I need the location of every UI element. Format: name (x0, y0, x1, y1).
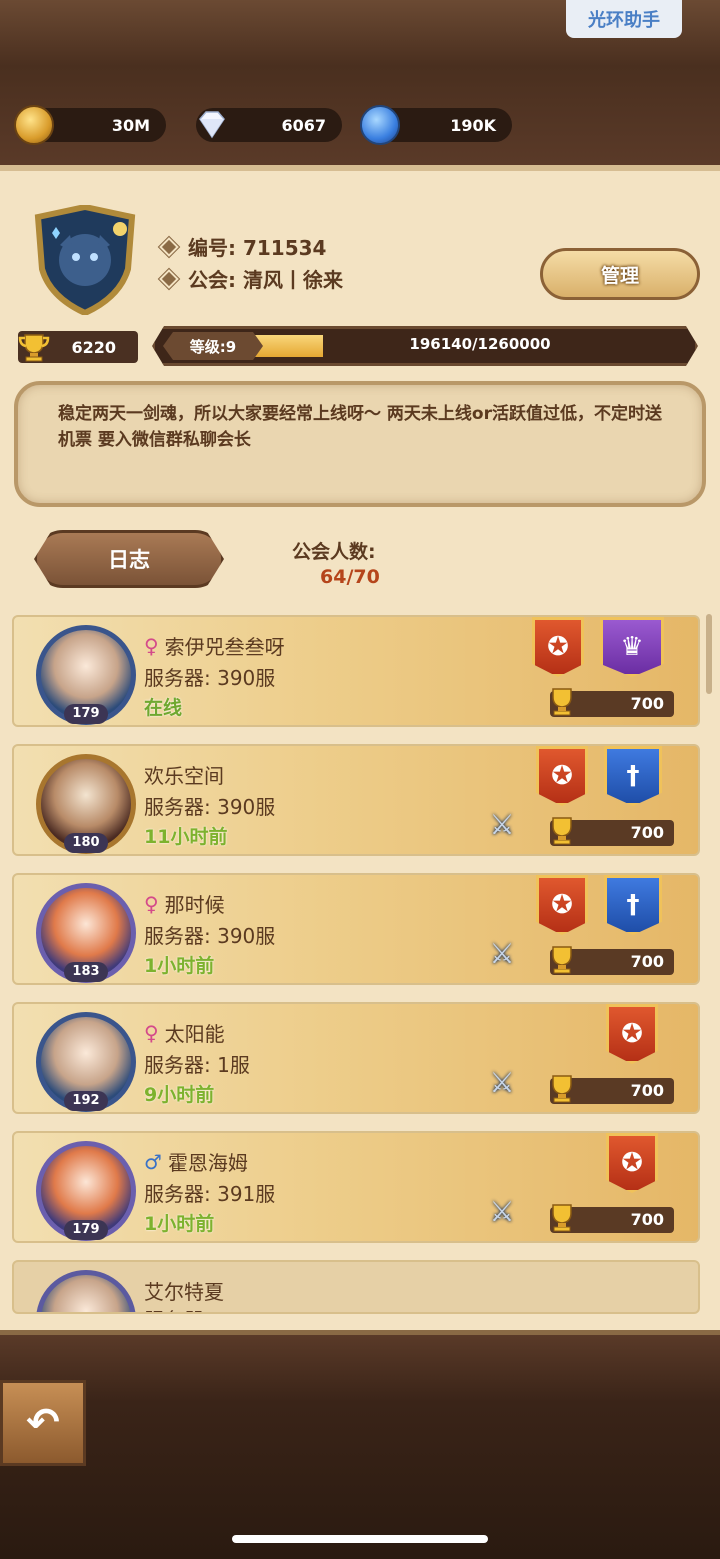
shield-banner-icon: ✪ (536, 875, 588, 935)
player-level: 183 (64, 962, 108, 982)
diamond-icon (192, 105, 232, 145)
sword-banner-icon: † (604, 746, 662, 806)
crossed-swords-icon[interactable]: ⚔ (482, 1191, 522, 1231)
trophy-icon (552, 946, 572, 974)
player-level: 180 (64, 833, 108, 853)
gold-counter: 30M (14, 105, 166, 145)
shield-banner-icon: ✪ (606, 1133, 658, 1193)
scrollbar[interactable] (706, 614, 712, 694)
guild-trophies: 6220 (18, 331, 138, 363)
member-server: 服务器: 391服 (144, 1182, 276, 1206)
trophy-icon (552, 817, 572, 845)
manage-button[interactable]: 管理 (540, 248, 700, 300)
home-indicator[interactable] (232, 1535, 488, 1543)
trophy-icon (552, 1204, 572, 1232)
member-card[interactable]: 192 ♀ 太阳能 服务器: 1服 9小时前 ✪ ⚔ 700 (12, 1002, 700, 1114)
player-level: 179 (64, 1220, 108, 1240)
member-score: 700 (550, 817, 674, 846)
member-server: 服务器: 390服 (144, 666, 276, 690)
player-level: 179 (64, 704, 108, 724)
guild-name: 公会: 清风丨徐来 (157, 264, 343, 293)
bullet-icon (157, 267, 181, 290)
guild-level: 等级:9 (163, 332, 263, 360)
trophy-icon (552, 688, 572, 716)
shield-banner-icon: ✪ (606, 1004, 658, 1064)
member-card[interactable]: 艾尔特夏 服务器 (12, 1260, 700, 1314)
member-score: 700 (550, 1204, 674, 1233)
crown-banner-icon: ♛ (600, 617, 664, 677)
member-server: 服务器: 390服 (144, 795, 276, 819)
avatar[interactable]: 179 (36, 1141, 136, 1241)
female-icon: ♀ (144, 633, 159, 658)
member-name: ♂ 霍恩海姆 (144, 1149, 248, 1176)
guild-notice: 稳定两天一剑魂，所以大家要经常上线呀～ 两天未上线or活跃值过低，不定时送机票 … (14, 381, 706, 507)
member-status: 11小时前 (144, 826, 228, 848)
helper-button[interactable]: 光环助手 (566, 0, 682, 38)
avatar[interactable]: 183 (36, 883, 136, 983)
crossed-swords-icon[interactable]: ⚔ (482, 804, 522, 844)
dust-counter: 190K (360, 105, 512, 145)
member-name: ♀ 索伊兕叁叁呀 (144, 633, 285, 660)
guild-id: 编号: 711534 (157, 232, 326, 261)
bottom-frame (0, 1330, 720, 1559)
male-icon: ♂ (144, 1149, 162, 1174)
member-score: 700 (550, 1075, 674, 1104)
avatar[interactable]: 180 (36, 754, 136, 854)
log-button[interactable]: 日志 (34, 530, 224, 588)
avatar[interactable] (36, 1270, 136, 1312)
member-name: 艾尔特夏 (144, 1280, 224, 1304)
gold-coin-icon (14, 105, 54, 145)
crossed-swords-icon[interactable]: ⚔ (482, 1062, 522, 1102)
avatar[interactable]: 192 (36, 1012, 136, 1112)
member-status: 9小时前 (144, 1084, 215, 1106)
member-server: 服务器: 1服 (144, 1053, 250, 1077)
member-card[interactable]: 180 欢乐空间 服务器: 390服 11小时前 ✪ † ⚔ 700 (12, 744, 700, 856)
member-server: 服务器: 390服 (144, 924, 276, 948)
trophy-icon (552, 1075, 572, 1103)
member-card[interactable]: 179 ♀ 索伊兕叁叁呀 服务器: 390服 在线 ✪ ♛ 700 (12, 615, 700, 727)
female-icon: ♀ (144, 891, 159, 916)
sword-banner-icon: † (604, 875, 662, 935)
member-card[interactable]: 183 ♀ 那时候 服务器: 390服 1小时前 ✪ † ⚔ 700 (12, 873, 700, 985)
member-server: 服务器 (144, 1304, 204, 1312)
member-score: 700 (550, 946, 674, 975)
exp-text: 196140/1260000 (409, 335, 551, 353)
guild-level-bar: 等级:9 196140/1260000 (152, 326, 698, 366)
member-status: 在线 (144, 697, 183, 719)
member-name: 欢乐空间 (144, 764, 224, 788)
member-count-label: 公会人数: (292, 541, 376, 563)
trophy-icon (18, 334, 50, 362)
back-arrow-icon[interactable]: ↶ (0, 1380, 86, 1466)
member-name: ♀ 太阳能 (144, 1020, 225, 1047)
shield-banner-icon: ✪ (536, 746, 588, 806)
member-score: 700 (550, 688, 674, 717)
member-status: 1小时前 (144, 955, 215, 977)
member-name: ♀ 那时候 (144, 891, 225, 918)
guild-emblem-icon (34, 205, 136, 315)
shield-banner-icon: ✪ (532, 617, 584, 677)
member-card[interactable]: 179 ♂ 霍恩海姆 服务器: 391服 1小时前 ✪ ⚔ 700 (12, 1131, 700, 1243)
bullet-icon (157, 235, 181, 258)
diamond-counter: 6067 (196, 108, 342, 142)
player-level: 192 (64, 1091, 108, 1111)
female-icon: ♀ (144, 1020, 159, 1045)
magic-dust-icon (360, 105, 400, 145)
member-count: 64/70 (320, 566, 380, 588)
avatar[interactable]: 179 (36, 625, 136, 725)
crossed-swords-icon[interactable]: ⚔ (482, 933, 522, 973)
member-status: 1小时前 (144, 1213, 215, 1235)
